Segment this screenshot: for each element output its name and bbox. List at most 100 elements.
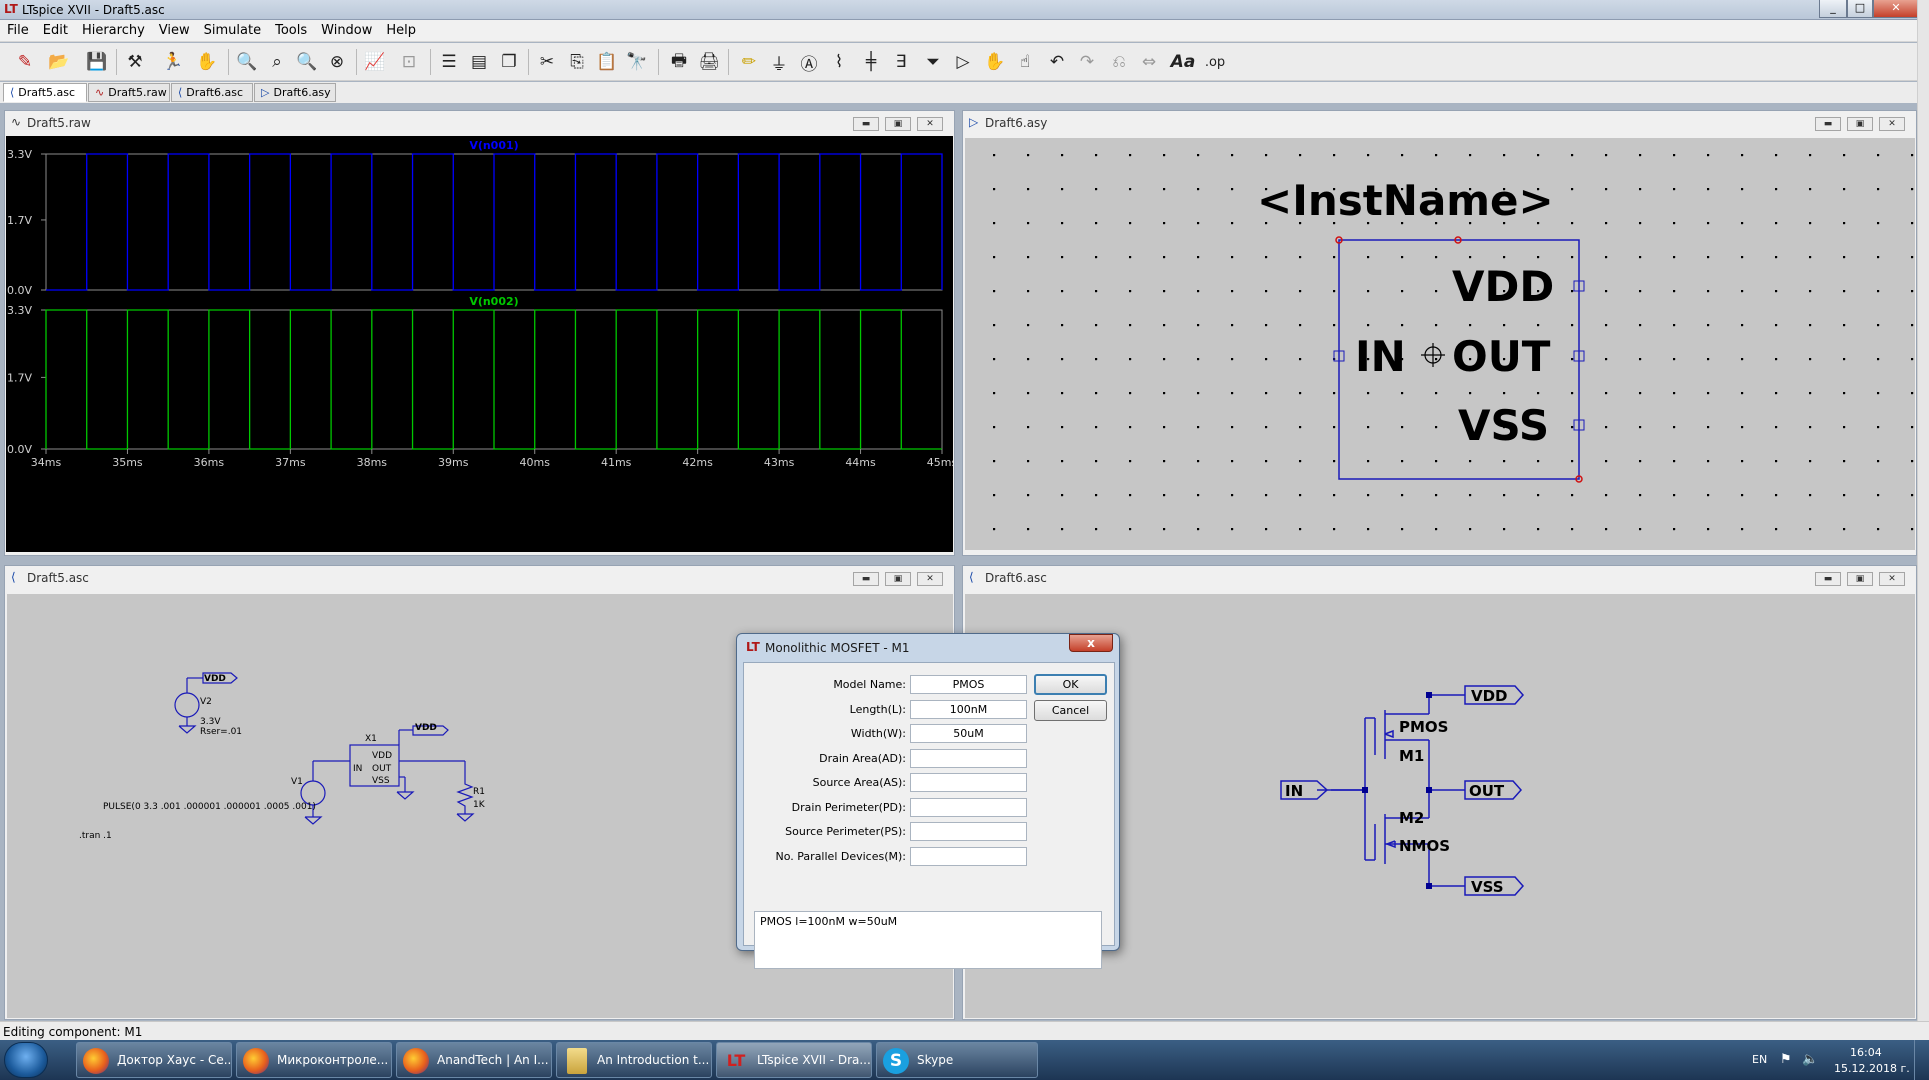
subwindow-maximize-button[interactable]: ▣: [1847, 572, 1873, 586]
tab-draft5-raw[interactable]: ∿ Draft5.raw: [88, 83, 170, 102]
nmos-label[interactable]: NMOS: [1399, 837, 1450, 855]
close-button[interactable]: ✕: [1873, 0, 1919, 18]
taskbar-item-firefox-1[interactable]: Доктор Хаус - Се...: [76, 1042, 232, 1078]
waveform-plot[interactable]: 3.3V 1.7V 0.0V V(n001) 3.3V 1.7V 0.0V V(n002) 34…: [6, 136, 953, 552]
symbol-window-titlebar[interactable]: ▷ Draft6.asy ▬ ▣ ✕: [963, 111, 1916, 135]
paste-icon[interactable]: 📋: [594, 50, 620, 74]
net-label-vdd[interactable]: VDD: [204, 674, 226, 684]
dialog-close-button[interactable]: x: [1069, 634, 1113, 652]
show-desktop-button[interactable]: [1914, 1040, 1929, 1080]
undo-icon[interactable]: ↶: [1044, 50, 1070, 74]
cut-icon[interactable]: ✂: [534, 50, 560, 74]
move-icon[interactable]: ✋: [982, 50, 1008, 74]
subwindow-close-button[interactable]: ✕: [917, 572, 943, 586]
width-input[interactable]: 50uM: [910, 724, 1027, 743]
subwindow-maximize-button[interactable]: ▣: [885, 572, 911, 586]
subwindow-minimize-button[interactable]: ▬: [853, 117, 879, 131]
text-icon[interactable]: Aa: [1170, 50, 1196, 74]
run-simulation-icon[interactable]: 🏃: [160, 50, 186, 74]
copy-icon[interactable]: ⎘: [564, 50, 590, 74]
parallel-devices-input[interactable]: [910, 847, 1027, 866]
zoom-in-icon[interactable]: 🔍: [234, 50, 260, 74]
find-icon[interactable]: 🔭: [624, 50, 650, 74]
halt-icon[interactable]: ✋: [194, 50, 220, 74]
drain-perimeter-input[interactable]: [910, 798, 1027, 817]
save-icon[interactable]: 💾: [84, 50, 110, 74]
new-schematic-icon[interactable]: ✎: [12, 50, 38, 74]
start-button[interactable]: [4, 1042, 48, 1078]
control-panel-icon[interactable]: ⚒: [122, 50, 148, 74]
spice-line-text[interactable]: PMOS l=100nM w=50uM: [754, 911, 1102, 969]
mirror-icon[interactable]: ⇔: [1136, 50, 1162, 74]
print-icon[interactable]: 🖶: [666, 50, 692, 74]
drag-icon[interactable]: ☝: [1012, 50, 1038, 74]
instname-label[interactable]: <InstName>: [1257, 176, 1554, 225]
subwindow-maximize-button[interactable]: ▣: [1847, 117, 1873, 131]
taskbar-item-folder[interactable]: An Introduction t...: [556, 1042, 712, 1078]
cursor-icon[interactable]: ⊡: [396, 50, 422, 74]
menu-simulate[interactable]: Simulate: [197, 20, 268, 38]
tray-flag-icon[interactable]: ⚑: [1780, 1052, 1792, 1067]
taskbar-item-firefox-3[interactable]: AnandTech | An I...: [396, 1042, 552, 1078]
drain-area-input[interactable]: [910, 749, 1027, 768]
clock-date[interactable]: 15.12.2018 г.: [1834, 1062, 1910, 1075]
symbol-canvas[interactable]: <InstName> VDD IN OUT VSS: [965, 138, 1915, 550]
tab-draft6-asy[interactable]: ▷ Draft6.asy: [254, 83, 336, 102]
schematic6-window-titlebar[interactable]: ⟨ Draft6.asc ▬ ▣ ✕: [963, 566, 1916, 590]
pmos-label[interactable]: PMOS: [1399, 718, 1448, 736]
r1-resistor[interactable]: [456, 777, 474, 814]
menu-edit[interactable]: Edit: [36, 20, 75, 38]
subwindow-close-button[interactable]: ✕: [1879, 117, 1905, 131]
source-area-input[interactable]: [910, 773, 1027, 792]
menu-hierarchy[interactable]: Hierarchy: [75, 20, 152, 38]
cascade-icon[interactable]: ❐: [496, 50, 522, 74]
resistor-icon[interactable]: ⌇: [826, 50, 852, 74]
spice-directive-icon[interactable]: .op: [1202, 50, 1228, 74]
print-preview-icon[interactable]: 🖨: [696, 50, 722, 74]
autorange-icon[interactable]: 📈: [362, 50, 388, 74]
model-name-input[interactable]: PMOS: [910, 675, 1027, 694]
menu-help[interactable]: Help: [379, 20, 423, 38]
tile-vertical-icon[interactable]: ▤: [466, 50, 492, 74]
pulse-value[interactable]: PULSE(0 3.3 .001 .000001 .000001 .0005 .…: [103, 802, 316, 812]
subwindow-minimize-button[interactable]: ▬: [1815, 117, 1841, 131]
zoom-out-icon[interactable]: 🔍: [294, 50, 320, 74]
clock-time[interactable]: 16:04: [1850, 1046, 1882, 1059]
taskbar-item-ltspice[interactable]: LT LTspice XVII - Dra...: [716, 1042, 872, 1078]
label-net-icon[interactable]: Ⓐ: [796, 50, 822, 75]
schematic5-window-titlebar[interactable]: ⟨ Draft5.asc ▬ ▣ ✕: [5, 566, 954, 590]
menu-window[interactable]: Window: [314, 20, 379, 38]
ok-button[interactable]: OK: [1034, 674, 1107, 695]
menu-tools[interactable]: Tools: [268, 20, 314, 38]
taskbar-item-firefox-2[interactable]: Микроконтроле...: [236, 1042, 392, 1078]
language-indicator[interactable]: EN: [1752, 1053, 1767, 1066]
subwindow-close-button[interactable]: ✕: [917, 117, 943, 131]
draw-wire-icon[interactable]: ✏: [736, 50, 762, 74]
inductor-icon[interactable]: ∃: [888, 50, 914, 74]
menu-view[interactable]: View: [152, 20, 197, 38]
tran-directive[interactable]: .tran .1: [79, 831, 112, 841]
minimize-button[interactable]: _: [1819, 0, 1847, 18]
volume-icon[interactable]: 🔈: [1802, 1052, 1818, 1067]
net-label-vdd-2[interactable]: VDD: [415, 723, 437, 733]
subwindow-minimize-button[interactable]: ▬: [1815, 572, 1841, 586]
subwindow-minimize-button[interactable]: ▬: [853, 572, 879, 586]
rotate-icon[interactable]: ⎌: [1106, 50, 1132, 74]
capacitor-icon[interactable]: ╪: [858, 50, 884, 74]
menu-file[interactable]: File: [0, 20, 36, 38]
source-perimeter-input[interactable]: [910, 822, 1027, 841]
taskbar-item-skype[interactable]: S Skype: [876, 1042, 1038, 1078]
subwindow-maximize-button[interactable]: ▣: [885, 117, 911, 131]
zoom-pan-icon[interactable]: ⌕: [264, 50, 290, 74]
main-scrollbar[interactable]: [1917, 0, 1929, 1040]
subwindow-close-button[interactable]: ✕: [1879, 572, 1905, 586]
tab-draft5-asc[interactable]: ⟨ Draft5.asc: [3, 83, 87, 102]
maximize-button[interactable]: □: [1847, 0, 1873, 18]
zoom-fit-icon[interactable]: ⊗: [324, 50, 350, 74]
tab-draft6-asc[interactable]: ⟨ Draft6.asc: [171, 83, 253, 102]
m1-label[interactable]: M1: [1399, 747, 1424, 765]
redo-icon[interactable]: ↷: [1074, 50, 1100, 74]
diode-icon[interactable]: ⏷: [920, 50, 946, 74]
m2-label[interactable]: M2: [1399, 809, 1424, 827]
tile-horizontal-icon[interactable]: ☰: [436, 50, 462, 74]
